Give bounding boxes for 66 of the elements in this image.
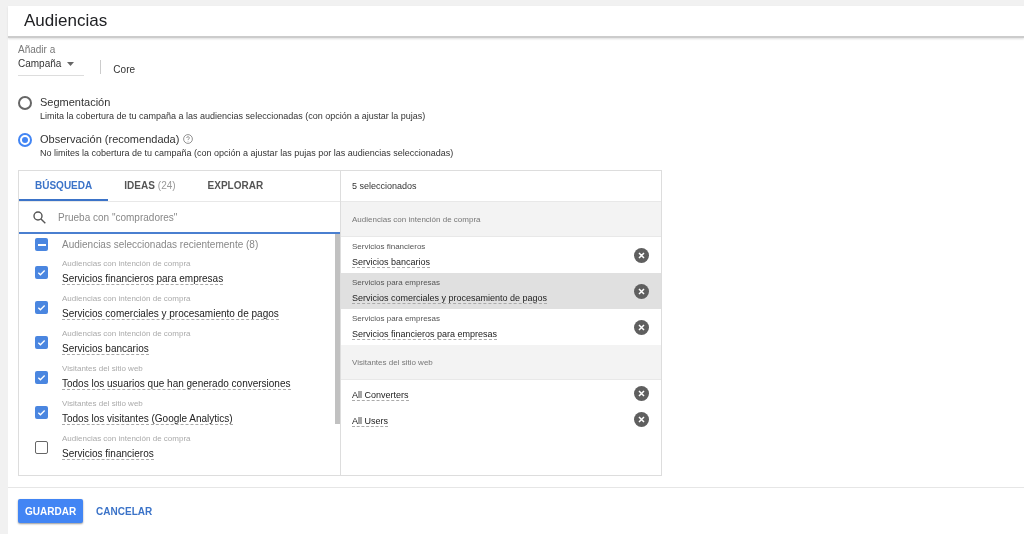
- audience-name: Servicios comerciales y procesamiento de pagos: [62, 308, 279, 320]
- close-icon: [638, 415, 645, 423]
- audience-name: Servicios bancarios: [62, 343, 149, 355]
- add-to-label: Añadir a: [18, 44, 57, 55]
- search-icon: [33, 210, 46, 224]
- option-description: Limita la cobertura de tu campaña a las audiencias seleccionadas (con opción a ajustar la pujas): [40, 111, 426, 121]
- audience-name: Servicios financieros para empresas: [352, 328, 498, 340]
- radio-button[interactable]: [18, 96, 32, 110]
- scrollbar-thumb[interactable]: [335, 234, 340, 424]
- audience-name: Todos los visitantes (Google Analytics): [62, 413, 233, 425]
- page-title: Audiencias: [24, 11, 108, 31]
- checkbox[interactable]: [35, 441, 48, 454]
- option-label: Segmentación: [40, 96, 111, 108]
- remove-button[interactable]: [634, 319, 649, 335]
- group-header: Audiencias con intención de compra: [341, 202, 661, 237]
- checkbox[interactable]: [35, 301, 48, 314]
- remove-button[interactable]: [634, 385, 649, 401]
- close-icon: [638, 251, 645, 259]
- check-icon: [37, 373, 46, 382]
- checkbox[interactable]: [35, 336, 48, 349]
- check-icon: [37, 303, 46, 312]
- group-header: Visitantes del sitio web: [341, 345, 661, 380]
- remove-button[interactable]: [634, 411, 649, 427]
- audience-name: Servicios financieros para empresas: [62, 273, 224, 285]
- campaign-name: Core: [113, 63, 136, 75]
- checkbox[interactable]: [35, 238, 48, 251]
- audience-parent: Servicios para empresas: [352, 277, 442, 287]
- tab[interactable]: IDEAS (24): [108, 171, 192, 201]
- audience-category: Audiencias con intención de compra: [62, 294, 192, 303]
- close-icon: [638, 323, 645, 331]
- audience-name: Todos los usuarios que han generado conversiones: [62, 378, 291, 390]
- caret-icon: [67, 61, 75, 66]
- audience-parent: Servicios financieros: [352, 241, 427, 251]
- audience-name: Servicios bancarios: [352, 256, 431, 268]
- audience-category: Audiencias con intención de compra: [62, 259, 192, 268]
- checkbox[interactable]: [35, 406, 48, 419]
- audience-name: Servicios financieros: [62, 448, 154, 460]
- checkbox[interactable]: [35, 266, 48, 279]
- close-icon: [638, 287, 645, 295]
- audience-name: Servicios comerciales y procesamiento de pagos: [352, 292, 548, 304]
- group-label: Audiencias seleccionadas recientemente (8): [62, 239, 259, 250]
- radio-button[interactable]: [18, 133, 32, 147]
- remove-button[interactable]: [634, 247, 649, 263]
- audience-category: Audiencias con intención de compra: [62, 434, 191, 443]
- audience-category: Visitantes del sitio web: [62, 399, 144, 408]
- check-icon: [37, 268, 46, 277]
- selected-audience-row[interactable]: Servicios para empresas Servicios comerciales y procesamiento de pagos: [341, 273, 661, 309]
- minus-icon: [37, 243, 46, 246]
- remove-button[interactable]: [634, 283, 649, 299]
- audience-category: Audiencias con intención de compra: [62, 329, 191, 338]
- tab[interactable]: EXPLORAR: [191, 171, 280, 201]
- cancel-button[interactable]: CANCELAR: [89, 499, 160, 523]
- help-icon[interactable]: [183, 134, 194, 144]
- option-description: No limites la cobertura de tu campaña (con opción a ajustar las pujas por las audiencias seleccionadas): [40, 148, 454, 158]
- audience-parent: Servicios para empresas: [352, 313, 442, 323]
- option-label: Observación (recomendada): [40, 133, 180, 145]
- check-icon: [37, 338, 46, 347]
- tab[interactable]: BÚSQUEDA: [19, 171, 109, 201]
- checkbox[interactable]: [35, 371, 48, 384]
- close-icon: [638, 389, 645, 397]
- save-button[interactable]: GUARDAR: [18, 499, 84, 523]
- check-icon: [37, 408, 46, 417]
- audience-name: All Converters: [352, 390, 409, 401]
- campaign-dropdown[interactable]: Campaña: [18, 58, 85, 76]
- audience-category: Visitantes del sitio web: [62, 364, 144, 373]
- audience-name: All Users: [352, 416, 388, 427]
